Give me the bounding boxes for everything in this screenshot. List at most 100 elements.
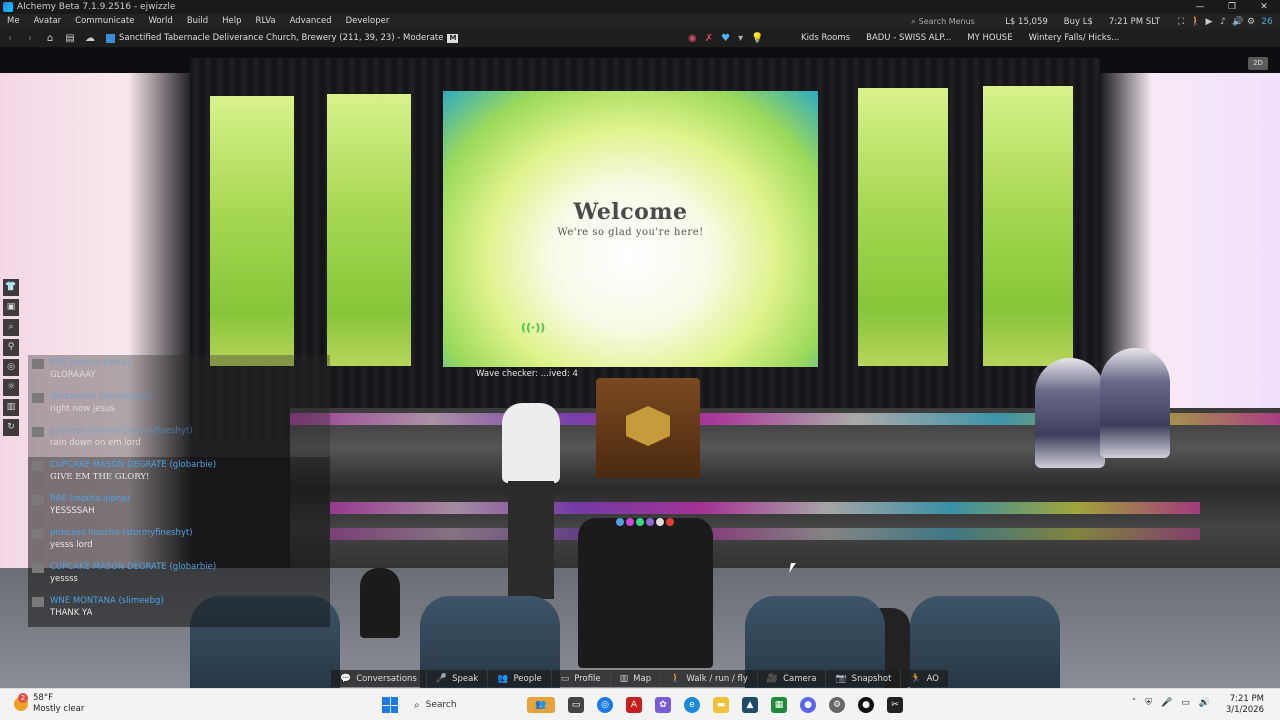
capcut-icon[interactable]: ✂: [887, 697, 903, 713]
menu-search-placeholder: Search Menus: [918, 17, 975, 26]
cloud-icon[interactable]: ☁: [80, 33, 100, 44]
church-emblem: [626, 406, 670, 446]
back-arrow-icon[interactable]: ‹: [0, 33, 20, 44]
music-icon[interactable]: ♪: [1218, 17, 1228, 27]
location-input[interactable]: Sanctified Tabernacle Deliverance Church…: [119, 33, 443, 43]
radar-icon[interactable]: ◎: [3, 359, 19, 376]
chat-sender[interactable]: RAE (motha.alpha): [50, 493, 130, 505]
refresh-icon[interactable]: ↻: [3, 419, 19, 436]
volume-icon[interactable]: 🔊: [1199, 698, 1210, 708]
discord-icon[interactable]: ●: [800, 697, 816, 713]
maximize-button[interactable]: ❐: [1216, 0, 1248, 14]
podium[interactable]: [596, 378, 700, 478]
avatar-man[interactable]: [496, 403, 566, 603]
buy-currency-button[interactable]: Buy L$: [1064, 17, 1093, 27]
menu-build[interactable]: Build: [180, 14, 215, 29]
parcel-info-icon[interactable]: [106, 33, 115, 43]
people-button[interactable]: 👥 People: [488, 670, 552, 687]
avatar-child[interactable]: [360, 568, 400, 638]
menu-rlva[interactable]: RLVa: [249, 14, 283, 29]
menu-communicate[interactable]: Communicate: [68, 14, 141, 29]
chat-message: rain down on em lord: [50, 438, 141, 448]
settings-gear-icon[interactable]: ⚙: [1246, 17, 1256, 27]
search-icon[interactable]: ⌕: [3, 319, 19, 336]
menu-avatar[interactable]: Avatar: [27, 14, 69, 29]
walk-run-fly-button[interactable]: 🚶 Walk / run / fly: [661, 670, 758, 687]
chat-sender[interactable]: CUPCAKE MASON DEGRATE (globarbie): [50, 561, 216, 573]
conversations-button[interactable]: 💬 Conversations: [331, 670, 427, 687]
menu-developer[interactable]: Developer: [339, 14, 397, 29]
copilot-icon[interactable]: ◎: [597, 697, 613, 713]
walk-label: Walk / run / fly: [686, 673, 748, 684]
snapshot-button[interactable]: 📷 Snapshot: [826, 670, 902, 687]
places-pin-icon[interactable]: ⚲: [3, 339, 19, 356]
screen-title: Welcome: [573, 199, 688, 225]
favorite-my-house[interactable]: MY HOUSE: [967, 33, 1012, 43]
home-icon[interactable]: ⌂: [40, 33, 60, 44]
landmarks-icon[interactable]: ▤: [60, 33, 80, 44]
security-icon[interactable]: ⛨: [1145, 698, 1152, 708]
minimize-button[interactable]: —: [1184, 0, 1216, 14]
task-view-icon[interactable]: ▭: [568, 697, 584, 713]
appearance-shirt-icon[interactable]: 👕: [3, 279, 19, 296]
menu-world[interactable]: World: [141, 14, 179, 29]
stats-icon[interactable]: ▥: [3, 399, 19, 416]
favorite-kids-rooms[interactable]: Kids Rooms: [801, 33, 850, 43]
edge-browser-icon[interactable]: e: [684, 697, 700, 713]
camera-button[interactable]: 🎥 Camera: [757, 670, 827, 687]
sun-settings-icon[interactable]: ☼: [3, 379, 19, 396]
map-button[interactable]: ▥ Map: [610, 670, 662, 687]
throne-chair[interactable]: [1100, 348, 1170, 458]
view-mode-button[interactable]: 2D: [1248, 57, 1268, 70]
forward-arrow-icon[interactable]: ›: [20, 33, 40, 44]
obs-icon[interactable]: ●: [858, 697, 874, 713]
photos-icon[interactable]: ✿: [655, 697, 671, 713]
inventory-icon[interactable]: ▣: [3, 299, 19, 316]
chat-sender[interactable]: Tredayvion (sbambabyt): [50, 391, 153, 403]
weather-label: Mostly clear: [33, 704, 85, 714]
chat-sender[interactable]: CUPCAKE MASON DEGRATE (globarbie): [50, 459, 216, 471]
close-button[interactable]: ✕: [1248, 0, 1280, 14]
walk-status-icon[interactable]: 🚶: [1190, 17, 1201, 27]
weather-widget[interactable]: 2 58°F Mostly clear: [14, 693, 84, 715]
file-explorer-icon[interactable]: ▬: [713, 697, 729, 713]
lightbulb-icon[interactable]: 💡: [751, 33, 763, 44]
menu-advanced[interactable]: Advanced: [283, 14, 339, 29]
menu-help[interactable]: Help: [215, 14, 248, 29]
speak-button[interactable]: 🎤 Speak: [426, 670, 489, 687]
fullscreen-icon[interactable]: ⛶: [1176, 17, 1186, 27]
play-media-icon[interactable]: ▶: [1204, 17, 1214, 27]
chat-sender[interactable]: WNE MONTANA (slimeebg): [50, 595, 164, 607]
taskbar-search[interactable]: ⌕ Search: [414, 695, 514, 715]
balance-display[interactable]: L$ 15,059: [1005, 17, 1048, 27]
chat-avatar-icon: [32, 461, 44, 471]
chevron-down-icon[interactable]: ▾: [738, 33, 743, 44]
settings-gear-icon[interactable]: ⚙: [829, 697, 845, 713]
snapshot-label: Snapshot: [851, 673, 892, 684]
xbox-app-icon[interactable]: ▦: [771, 697, 787, 713]
microphone-icon[interactable]: 🎤: [1161, 698, 1172, 708]
acrobat-icon[interactable]: A: [626, 697, 642, 713]
slt-clock: 7:21 PM SLT: [1108, 16, 1160, 27]
favorite-badu[interactable]: BADU - SWISS ALP...: [866, 33, 951, 43]
people-app-icon[interactable]: 👥: [527, 697, 555, 713]
windows-start-icon[interactable]: [382, 697, 398, 713]
chat-sender[interactable]: princess huncho (stormyfineshyt): [50, 527, 193, 539]
light-panel: [327, 94, 411, 366]
favorite-heart-icon[interactable]: ♥: [721, 33, 730, 44]
chat-sender[interactable]: princess huncho (stormyfineshyt): [50, 425, 193, 437]
volume-icon[interactable]: 🔊: [1232, 17, 1243, 27]
microphone-icon: 🎤: [435, 673, 448, 684]
menu-search-input[interactable]: ⌕ Search Menus: [911, 16, 991, 27]
chat-sender[interactable]: RAE (motha.alpha): [50, 357, 130, 369]
network-icon[interactable]: ▭: [1181, 698, 1190, 708]
profile-button[interactable]: ▭ Profile: [551, 670, 611, 687]
chevron-up-icon[interactable]: ˄: [1132, 698, 1137, 708]
throne-chair[interactable]: [1035, 358, 1105, 468]
menu-me[interactable]: Me: [0, 14, 27, 29]
avatar-woman[interactable]: [578, 518, 713, 668]
alchemy-viewer-icon[interactable]: ▲: [742, 697, 758, 713]
system-clock[interactable]: 7:21 PM 3/1/2026: [1226, 694, 1264, 716]
ao-button[interactable]: 🏃 AO: [901, 670, 949, 687]
favorite-wintery-falls[interactable]: Wintery Falls/ Hicks...: [1029, 33, 1120, 43]
